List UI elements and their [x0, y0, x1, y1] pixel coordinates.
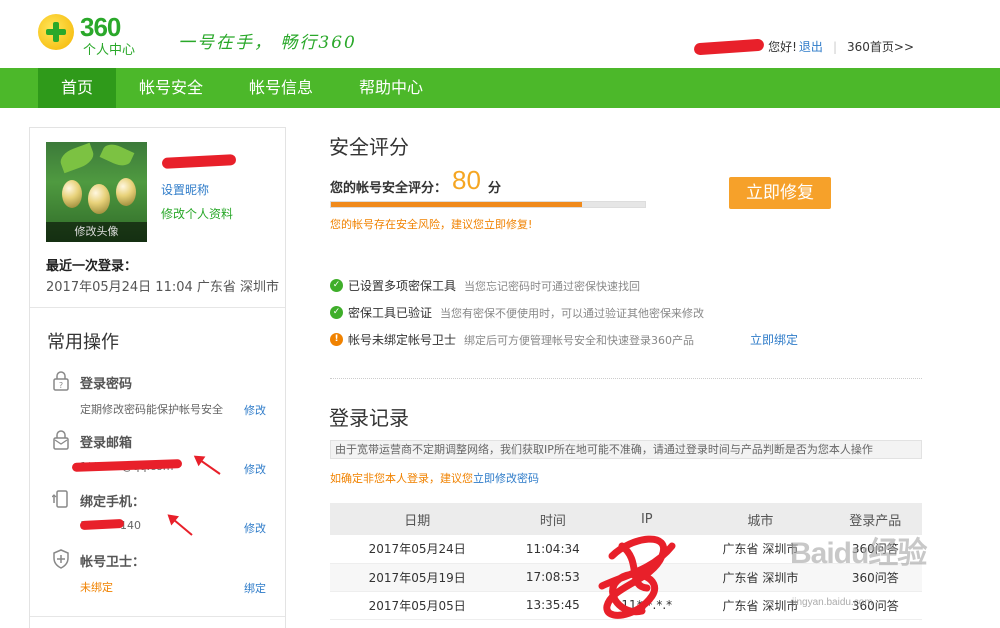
security-score-title: 安全评分: [329, 135, 409, 159]
mail-lock-icon: [53, 430, 69, 450]
check-icon: ✓: [330, 279, 343, 292]
op-desc: 未绑定: [80, 581, 113, 594]
shield-plus-icon: [53, 549, 69, 569]
login-records-title: 登录记录: [329, 406, 409, 430]
check-title: 帐号未绑定帐号卫士: [348, 333, 457, 347]
baidu-watermark-url: jingyan.baidu.com: [792, 597, 873, 608]
nav-item-account-info[interactable]: 帐号信息: [226, 68, 336, 108]
edit-password-link[interactable]: 修改: [244, 402, 266, 418]
header: 360 个人中心 一号在手， 畅行360 您好! 退出 | 360首页>>: [0, 0, 1000, 68]
check-desc: 绑定后可方便管理帐号安全和快速登录360产品: [464, 333, 695, 347]
check-item: ✓ 密保工具已验证 当您有密保不便使用时，可以通过验证其他密保来修改: [330, 304, 704, 321]
col-date: 日期: [330, 503, 505, 535]
redaction-scribble: [693, 38, 765, 55]
check-title: 密保工具已验证: [348, 306, 433, 320]
divider: [30, 616, 285, 617]
op-title: 登录密码: [80, 377, 133, 392]
redaction-scribble: [598, 535, 676, 619]
nav-item-home[interactable]: 首页: [38, 68, 117, 108]
edit-phone-link[interactable]: 修改: [244, 520, 266, 536]
ip-notice: 由于宽带运营商不定期调整网络，我们获取IP所在地可能不准确，请通过登录时间与产品…: [330, 440, 922, 459]
fix-now-button[interactable]: 立即修复: [729, 177, 831, 209]
redaction-scribble: [161, 154, 237, 169]
check-item: ! 帐号未绑定帐号卫士 绑定后可方便管理帐号安全和快速登录360产品: [330, 331, 694, 348]
avatar[interactable]: 修改头像: [46, 142, 147, 242]
score-progress-fill: [331, 202, 583, 207]
cell-date: 2017年05月05日: [330, 591, 505, 620]
common-ops-title: 常用操作: [47, 332, 119, 353]
edit-profile-link[interactable]: 修改个人资料: [161, 205, 233, 222]
check-icon: ✓: [330, 306, 343, 319]
op-title: 帐号卫士：: [80, 555, 146, 570]
cell-time: 17:08:53: [504, 563, 602, 592]
edit-email-link[interactable]: 修改: [244, 461, 266, 477]
op-title: 绑定手机：: [80, 495, 146, 510]
score-unit: 分: [488, 181, 502, 196]
logo-subtitle: 个人中心: [83, 43, 136, 58]
bind-guard-link[interactable]: 绑定: [244, 580, 266, 596]
main-nav: 首页 帐号安全 帐号信息 帮助中心: [0, 68, 1000, 108]
not-me-text: 如确定非您本人登录，建议您: [330, 472, 473, 485]
user-area: 您好! 退出 | 360首页>>: [693, 38, 914, 55]
slogan: 一号在手， 畅行360: [178, 33, 357, 53]
warning-icon: !: [330, 333, 343, 346]
baidu-watermark: Baidu经验: [790, 537, 927, 570]
cell-date: 2017年05月19日: [330, 563, 505, 592]
change-avatar-caption[interactable]: 修改头像: [46, 222, 147, 242]
nav-item-help-center[interactable]: 帮助中心: [336, 68, 446, 108]
annotation-arrow: [168, 514, 193, 536]
set-nickname-link[interactable]: 设置昵称: [161, 181, 209, 198]
cell-time: 11:04:34: [504, 535, 602, 564]
op-title: 登录邮箱: [80, 436, 133, 451]
col-time: 时间: [504, 503, 602, 535]
svg-text:?: ?: [59, 381, 63, 390]
logout-link[interactable]: 退出: [799, 38, 823, 55]
bind-now-link[interactable]: 立即绑定: [750, 331, 798, 348]
last-login-label: 最近一次登录：: [46, 259, 138, 274]
separator: |: [832, 39, 837, 54]
score-value: 80: [452, 165, 481, 195]
change-password-link[interactable]: 立即修改密码: [473, 472, 539, 485]
check-desc: 当您忘记密码时可通过密保快速找回: [464, 279, 641, 293]
divider: [330, 378, 922, 379]
greeting: 您好!: [768, 40, 797, 54]
score-progress-bar: [330, 201, 646, 208]
cell-date: 2017年05月24日: [330, 535, 505, 564]
profile-panel: 修改头像 设置昵称 修改个人资料 最近一次登录： 2017年05月24日 11:…: [29, 127, 286, 628]
home-link[interactable]: 360首页>>: [847, 38, 914, 55]
score-label: 您的帐号安全评分：: [330, 181, 448, 196]
nav-item-account-security[interactable]: 帐号安全: [116, 68, 226, 108]
360-logo-icon[interactable]: [38, 14, 74, 50]
divider: [30, 307, 285, 308]
op-desc: 定期修改密码能保护帐号安全: [80, 403, 223, 416]
annotation-arrow: [194, 455, 221, 475]
phone-icon: [52, 490, 68, 508]
check-title: 已设置多项密保工具: [348, 279, 457, 293]
lock-icon: ?: [53, 371, 69, 391]
not-me-notice: 如确定非您本人登录，建议您立即修改密码: [330, 470, 539, 486]
risk-warning: 您的帐号存在安全风险，建议您立即修复!: [330, 218, 533, 231]
cell-time: 13:35:45: [504, 591, 602, 620]
last-login-value: 2017年05月24日 11:04 广东省 深圳市: [46, 280, 280, 295]
check-item: ✓ 已设置多项密保工具 当您忘记密码时可通过密保快速找回: [330, 277, 640, 294]
check-desc: 当您有密保不便使用时，可以通过验证其他密保来修改: [440, 306, 705, 320]
